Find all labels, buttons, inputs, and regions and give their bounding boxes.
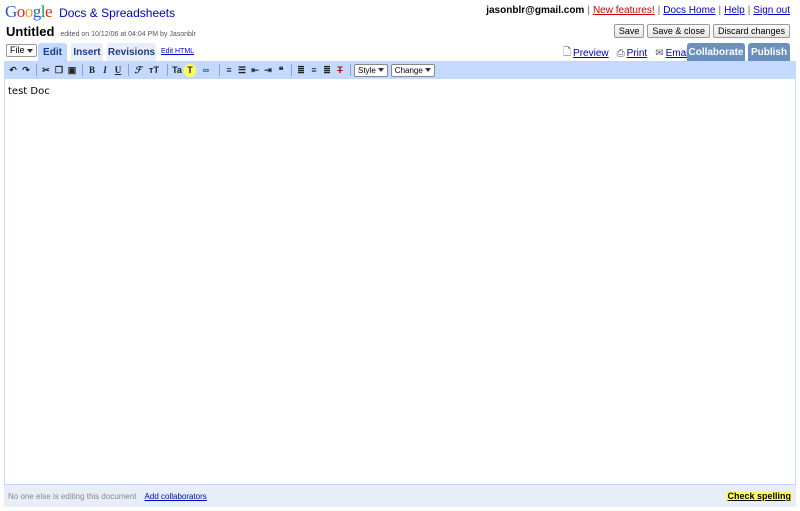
- font-size-icon[interactable]: тT: [145, 64, 163, 77]
- document-editor[interactable]: [4, 79, 796, 485]
- preview-link[interactable]: Preview: [573, 48, 609, 59]
- tab-revisions[interactable]: Revisions: [107, 43, 156, 61]
- chevron-down-icon: [26, 48, 33, 53]
- print-action[interactable]: ⎙ Print: [617, 48, 648, 59]
- toolbar-divider: [350, 64, 351, 76]
- google-logo[interactable]: Google Docs & Spreadsheets: [5, 2, 175, 21]
- change-label: Change: [394, 65, 423, 75]
- editing-status-text: No one else is editing this document: [8, 491, 137, 501]
- discard-changes-button[interactable]: Discard changes: [712, 24, 790, 38]
- toolbar-divider: [128, 64, 129, 76]
- undo-icon[interactable]: ↶: [7, 64, 19, 77]
- sign-out-link[interactable]: Sign out: [753, 5, 790, 16]
- toolbar-divider: [82, 64, 83, 76]
- tab-insert[interactable]: Insert: [71, 43, 103, 61]
- publish-button[interactable]: Publish: [748, 43, 790, 61]
- separator: |: [747, 5, 751, 16]
- numbered-list-icon[interactable]: ≡: [223, 64, 235, 77]
- print-icon: ⎙: [616, 48, 625, 59]
- logo-text: Google: [5, 2, 53, 21]
- outdent-icon[interactable]: ⇤: [249, 64, 261, 77]
- new-features-link[interactable]: New features!: [593, 5, 655, 16]
- add-collaborators-link[interactable]: Add collaborators: [145, 492, 207, 501]
- paste-icon[interactable]: ▣: [66, 64, 78, 77]
- toolbar-divider: [219, 64, 220, 76]
- edit-html-link[interactable]: Edit HTML: [161, 48, 194, 55]
- font-icon[interactable]: ℱ: [132, 64, 144, 77]
- app-name[interactable]: Docs & Spreadsheets: [59, 6, 175, 20]
- highlight-icon[interactable]: T: [184, 63, 196, 77]
- check-spelling-link[interactable]: Check spelling: [726, 491, 792, 501]
- blockquote-icon[interactable]: ❝: [275, 64, 287, 77]
- bold-icon[interactable]: B: [86, 64, 98, 77]
- bulleted-list-icon[interactable]: ☰: [236, 64, 248, 77]
- chevron-down-icon: [424, 68, 431, 72]
- toolbar-divider: [291, 64, 292, 76]
- save-button-group: Save Save & close Discard changes: [613, 24, 790, 38]
- document-meta: edited on 10/12/06 at 04:04 PM by Jasonb…: [60, 31, 196, 38]
- print-link[interactable]: Print: [627, 48, 648, 59]
- doc-title-row: Untitled edited on 10/12/06 at 04:04 PM …: [6, 24, 196, 39]
- separator: |: [657, 5, 661, 16]
- toolbar-divider: [36, 64, 37, 76]
- formatting-toolbar: ↶ ↷ ✂ ❐ ▣ B I U ℱ тT Ta T ∞ ≡ ☰ ⇤ ⇥ ❝ ≣ …: [4, 61, 796, 79]
- help-link[interactable]: Help: [724, 5, 745, 16]
- email-action[interactable]: ✉ Email: [655, 48, 690, 59]
- email-icon: ✉: [655, 48, 664, 59]
- preview-action[interactable]: 🗋 Preview: [563, 45, 609, 62]
- style-label: Style: [358, 65, 376, 75]
- save-button[interactable]: Save: [613, 24, 645, 38]
- redo-icon[interactable]: ↷: [20, 64, 32, 77]
- align-left-icon[interactable]: ≣: [295, 64, 307, 77]
- file-menu-button[interactable]: File: [6, 44, 37, 57]
- user-links: jasonblr@gmail.com | New features! | Doc…: [486, 5, 790, 16]
- status-bar: No one else is editing this document Add…: [4, 485, 796, 507]
- chevron-down-icon: [377, 68, 384, 72]
- text-color-icon[interactable]: Ta: [171, 64, 183, 77]
- collaborate-button[interactable]: Collaborate: [687, 43, 745, 61]
- separator: |: [587, 5, 590, 16]
- align-center-icon[interactable]: ≡: [308, 64, 320, 77]
- preview-icon: 🗋: [563, 47, 572, 58]
- user-email: jasonblr@gmail.com: [486, 5, 585, 16]
- document-actions: 🗋 Preview ⎙ Print ✉ Email: [563, 45, 691, 62]
- change-dropdown[interactable]: Change: [390, 63, 435, 77]
- italic-icon[interactable]: I: [99, 64, 111, 77]
- underline-icon[interactable]: U: [112, 64, 124, 77]
- align-right-icon[interactable]: ≣: [321, 64, 333, 77]
- clear-format-icon[interactable]: T: [334, 64, 346, 77]
- tab-edit[interactable]: Edit: [38, 43, 67, 61]
- document-title[interactable]: Untitled: [6, 24, 54, 39]
- toolbar-divider: [167, 64, 168, 76]
- style-dropdown[interactable]: Style: [354, 63, 388, 77]
- link-icon[interactable]: ∞: [197, 64, 215, 77]
- save-close-button[interactable]: Save & close: [647, 24, 710, 38]
- separator: |: [718, 5, 722, 16]
- indent-icon[interactable]: ⇥: [262, 64, 274, 77]
- cut-icon[interactable]: ✂: [40, 64, 52, 77]
- docs-home-link[interactable]: Docs Home: [663, 5, 715, 16]
- copy-icon[interactable]: ❐: [53, 64, 65, 77]
- file-menu-label: File: [10, 45, 25, 55]
- document-body-text[interactable]: test Doc: [8, 86, 50, 97]
